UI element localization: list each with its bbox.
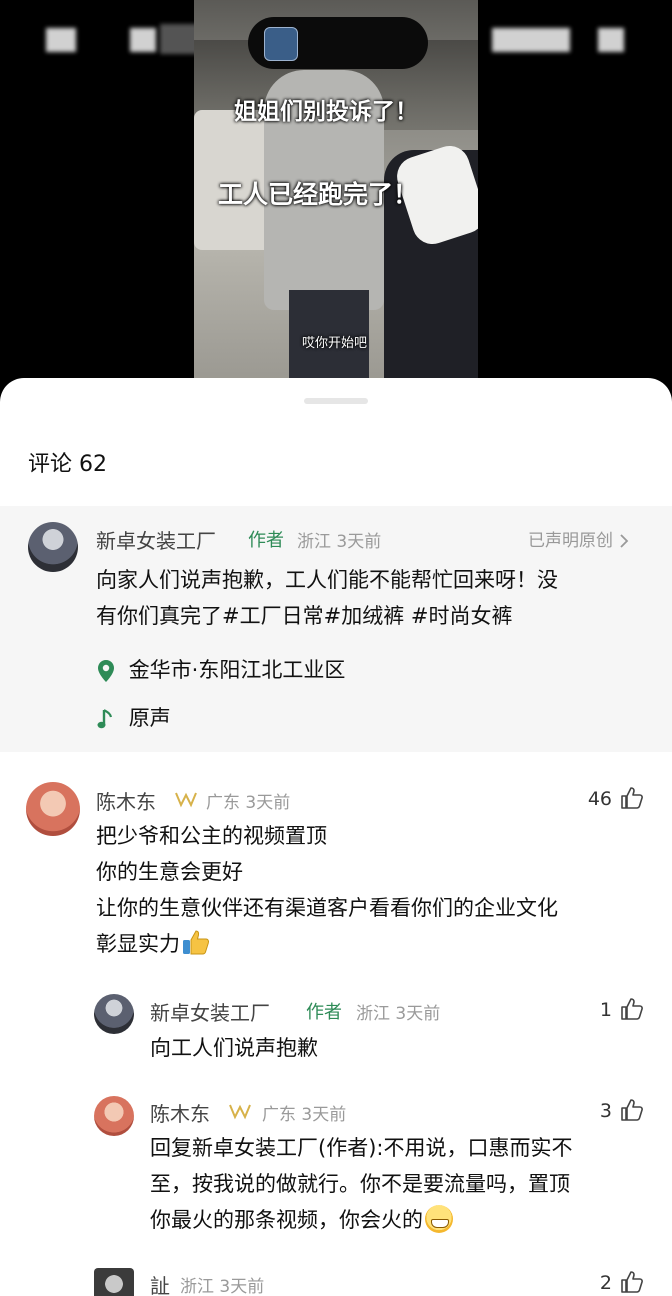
post-text-line: 向家人们说声抱歉，工人们能不能帮忙回来呀！没	[96, 568, 558, 592]
reply-text-line: 回复新卓女装工厂(作者):不用说，口惠而实不	[150, 1136, 573, 1160]
reply-text: 回复新卓女装工厂(作者):不用说，口惠而实不 至，按我说的做就行。你不是要流量吗…	[150, 1130, 660, 1238]
reply-author-name[interactable]: 陈木东	[150, 1098, 210, 1127]
avatar[interactable]	[94, 994, 134, 1034]
post-time: 3天前	[336, 532, 382, 552]
video-overlay-text-2: 工人已经跑完了！	[218, 180, 419, 209]
video-area[interactable]: 姐姐们别投诉了！ 工人已经跑完了！ 哎你开始吧	[0, 0, 672, 400]
status-blur	[130, 28, 156, 52]
crown-badge-icon	[229, 1104, 251, 1120]
location-pin-icon	[98, 660, 114, 682]
status-blur	[598, 28, 624, 52]
declared-original-label: 已声明原创	[528, 531, 613, 551]
music-label: 原声	[128, 706, 171, 730]
comment-text-fragment: 彰显实力	[96, 932, 180, 956]
status-blur	[492, 28, 570, 52]
location-label: 金华市·东阳江北工业区	[128, 658, 346, 682]
reply-region: 浙江	[356, 1004, 390, 1024]
reply-time: 3天前	[219, 1277, 265, 1296]
post-text: 向家人们说声抱歉，工人们能不能帮忙回来呀！没 有你们真完了#工厂日常#加绒裤 #…	[96, 562, 656, 634]
post-author-name[interactable]: 新卓女装工厂	[96, 525, 216, 554]
avatar[interactable]	[28, 522, 78, 572]
comment-time: 3天前	[245, 793, 291, 813]
reply-author-name[interactable]: 訨	[150, 1270, 170, 1296]
reply-text-line: 你最火的那条视频，你会火的	[150, 1202, 660, 1238]
reply-text-fragment: 你最火的那条视频，你会火的	[150, 1208, 423, 1232]
comment-author-name[interactable]: 陈木东	[96, 786, 156, 815]
comment-text-line: 把少爷和公主的视频置顶	[96, 824, 327, 848]
post-region: 浙江	[297, 532, 331, 552]
location-row[interactable]: 金华市·东阳江北工业区	[96, 654, 345, 684]
reply-meta: 广东 3天前	[262, 1100, 346, 1125]
app-logo-icon	[264, 27, 298, 61]
post-meta: 浙江 3天前	[297, 527, 381, 552]
chevron-right-icon	[620, 534, 629, 548]
reply-region: 广东	[262, 1105, 296, 1125]
video-caption: 哎你开始吧	[302, 336, 368, 351]
reply-region: 浙江	[180, 1277, 214, 1296]
author-tag: 作者	[248, 530, 284, 551]
comments-count: 62	[79, 452, 108, 477]
like-icon[interactable]	[620, 786, 644, 810]
reply-text-line: 至，按我说的做就行。你不是要流量吗，置顶	[150, 1172, 570, 1196]
comment-meta: 广东 3天前	[206, 788, 290, 813]
reply-author-name[interactable]: 新卓女装工厂	[150, 997, 270, 1026]
comment-text-line: 彰显实力	[96, 926, 656, 962]
like-icon[interactable]	[620, 1098, 644, 1122]
like-count: 3	[599, 1100, 612, 1122]
music-row[interactable]: 原声	[96, 702, 171, 732]
comments-title: 评论 62	[28, 446, 107, 478]
like-icon[interactable]	[620, 1270, 644, 1294]
grin-emoji-icon	[425, 1205, 453, 1233]
status-blur	[46, 28, 76, 52]
comment-text-line: 你的生意会更好	[96, 860, 243, 884]
like-count: 1	[599, 999, 612, 1021]
comment-text-line: 让你的生意伙伴还有渠道客户看看你们的企业文化	[96, 896, 558, 920]
avatar[interactable]	[26, 782, 80, 836]
like-count: 2	[599, 1272, 612, 1294]
post-text-line: 有你们真完了#工厂日常#加绒裤 #时尚女裤	[96, 604, 513, 628]
drag-handle[interactable]	[304, 398, 368, 404]
thumbs-up-emoji-icon	[183, 930, 210, 955]
music-note-icon	[97, 709, 113, 729]
author-tag: 作者	[306, 1002, 342, 1023]
declared-original-link[interactable]: 已声明原创	[528, 526, 630, 551]
comment-region: 广东	[206, 793, 240, 813]
post-description: 新卓女装工厂 作者 浙江 3天前 已声明原创 向家人们说声抱歉，工人们能不能帮忙…	[0, 506, 672, 752]
avatar[interactable]	[94, 1268, 134, 1296]
crown-badge-icon	[175, 792, 197, 808]
reply-meta: 浙江 3天前	[356, 999, 440, 1024]
reply-time: 3天前	[301, 1105, 347, 1125]
reply-meta: 浙江 3天前	[180, 1272, 264, 1296]
comments-label: 评论	[28, 452, 73, 477]
reply-time: 3天前	[395, 1004, 441, 1024]
like-count: 46	[587, 788, 612, 810]
reply-text: 向工人们说声抱歉	[150, 1036, 318, 1060]
comment-text: 把少爷和公主的视频置顶 你的生意会更好 让你的生意伙伴还有渠道客户看看你们的企业…	[96, 818, 656, 962]
like-icon[interactable]	[620, 997, 644, 1021]
avatar[interactable]	[94, 1096, 134, 1136]
dynamic-island	[248, 17, 428, 69]
video-overlay-text-1: 姐姐们别投诉了！	[234, 99, 418, 125]
comments-sheet: 评论 62 新卓女装工厂 作者 浙江 3天前 已声明原创 向家人们说声抱歉，工人…	[0, 378, 672, 1296]
